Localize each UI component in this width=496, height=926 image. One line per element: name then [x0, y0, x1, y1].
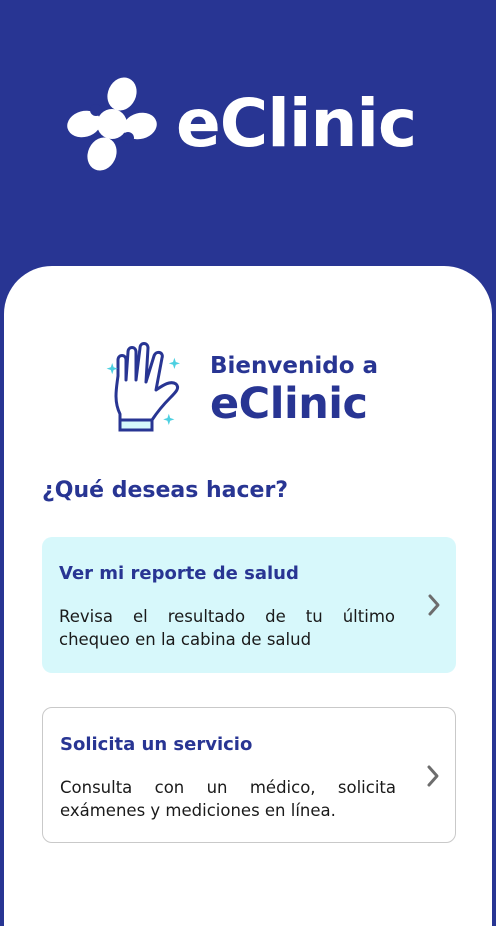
health-report-option[interactable]: Ver mi reporte de salud Revisa el result… [42, 537, 456, 673]
option-description: Revisa el resultado de tu último chequeo… [59, 607, 395, 649]
question-heading: ¿Qué deseas hacer? [42, 478, 289, 503]
welcome-brand: eClinic [210, 378, 368, 429]
app-logo: eClinic [66, 76, 417, 172]
brand-name: eClinic [176, 85, 417, 162]
chevron-right-icon [428, 594, 440, 616]
option-title: Ver mi reporte de salud [59, 563, 299, 584]
welcome-title: Bienvenido a [210, 352, 379, 379]
clinic-cross-logo-icon [67, 77, 157, 171]
option-title: Solicita un servicio [60, 734, 253, 755]
chevron-right-icon [427, 765, 439, 787]
waving-hand-icon [106, 342, 180, 432]
request-service-option[interactable]: Solicita un servicio Consulta con un méd… [42, 707, 456, 843]
welcome-banner: Bienvenido a eClinic [104, 342, 378, 436]
option-description: Consulta con un médico, solicita exámene… [60, 778, 396, 820]
